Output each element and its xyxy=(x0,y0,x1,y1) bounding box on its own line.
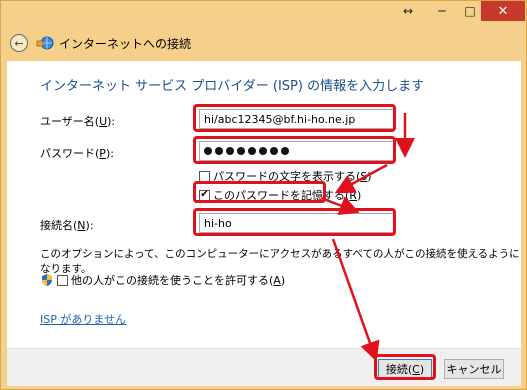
cancel-button[interactable]: キャンセル xyxy=(444,359,504,379)
no-isp-link[interactable]: ISP がありません xyxy=(40,311,126,327)
connection-name-label: 接続名(N): xyxy=(40,219,94,232)
page-heading: インターネット サービス プロバイダー (ISP) の情報を入力します xyxy=(40,79,425,94)
close-button[interactable]: ✕ xyxy=(481,1,525,21)
username-label: ユーザー名(U): xyxy=(40,115,116,128)
maximize-button[interactable]: □ xyxy=(459,1,481,21)
uac-shield-icon xyxy=(40,273,54,287)
allow-others-checkbox[interactable] xyxy=(57,274,68,286)
connection-name-highlight xyxy=(193,208,396,236)
back-button[interactable]: ← xyxy=(10,34,28,52)
network-globe-icon xyxy=(36,35,54,51)
show-password-checkbox[interactable] xyxy=(199,170,210,182)
title-bar: ↔ ─ □ ✕ xyxy=(1,1,526,27)
minimize-button[interactable]: ─ xyxy=(431,1,453,21)
connect-internet-window: ↔ ─ □ ✕ ← インターネットへの接続 インターネット サービス プロバイダ… xyxy=(0,0,527,390)
resize-icon[interactable]: ↔ xyxy=(399,1,417,21)
allow-others-option[interactable]: 他の人がこの接続を使うことを許可する(A) xyxy=(40,272,285,288)
password-highlight xyxy=(193,136,396,164)
remember-password-highlight xyxy=(193,181,326,203)
allow-others-label: 他の人がこの接続を使うことを許可する(A) xyxy=(71,274,286,287)
connect-button-highlight xyxy=(374,354,436,380)
password-label: パスワード(P): xyxy=(40,147,114,160)
footer-bar: 接続(C) キャンセル xyxy=(7,348,521,386)
username-highlight xyxy=(193,104,396,132)
window-title: インターネットへの接続 xyxy=(59,36,192,51)
nav-row: ← インターネットへの接続 xyxy=(1,27,526,59)
main-content: インターネット サービス プロバイダー (ISP) の情報を入力します ユーザー… xyxy=(7,61,521,348)
